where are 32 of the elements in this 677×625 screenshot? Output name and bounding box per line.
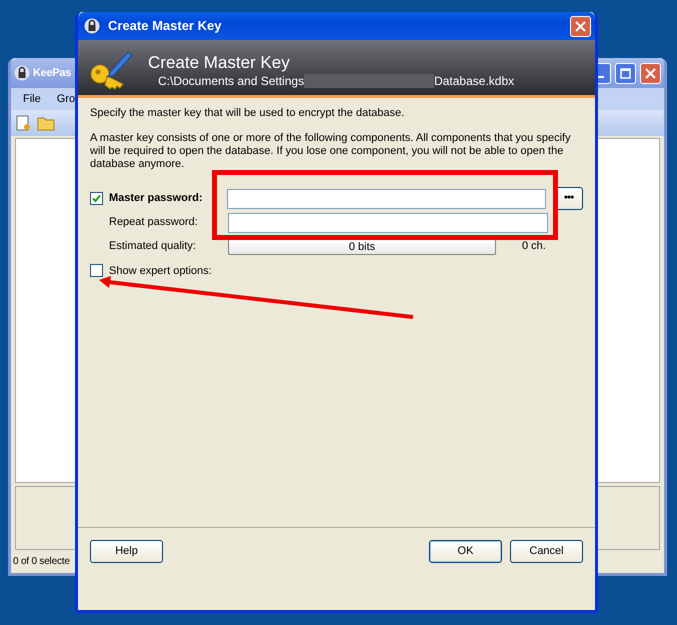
expert-options-checkbox[interactable] bbox=[90, 264, 103, 278]
dialog-button[interactable]: Cancel bbox=[510, 540, 583, 563]
master-password-checkbox[interactable] bbox=[90, 192, 103, 205]
field-label: Repeat password: bbox=[109, 215, 199, 230]
dialog-button[interactable]: Help bbox=[90, 540, 163, 563]
repeat-password-field[interactable] bbox=[228, 212, 548, 232]
password-field[interactable] bbox=[227, 188, 546, 208]
dialog-title: Create Master Key bbox=[108, 17, 222, 36]
window-title: KeePas bbox=[33, 66, 71, 81]
checkbox-label: Show expert options: bbox=[109, 264, 212, 278]
maximize-button[interactable] bbox=[615, 62, 636, 84]
close-icon bbox=[575, 20, 586, 32]
field-label: Master password: bbox=[108, 191, 204, 206]
lock-icon bbox=[14, 65, 30, 81]
lock-icon bbox=[84, 18, 100, 34]
field-label: Estimated quality: bbox=[109, 239, 197, 254]
menu-item[interactable]: Gro bbox=[56, 90, 76, 108]
menu-item[interactable]: File bbox=[23, 90, 41, 108]
folder-icon[interactable] bbox=[37, 115, 55, 131]
close-button[interactable] bbox=[640, 62, 661, 84]
intro-text: Specify the master key that will be used to encrypt the database. bbox=[90, 106, 406, 121]
path-text: Database.kdbx bbox=[434, 73, 514, 90]
maximize-icon bbox=[620, 68, 631, 78]
close-icon bbox=[645, 68, 656, 78]
new-file-icon[interactable] bbox=[15, 115, 31, 131]
close-button[interactable] bbox=[570, 16, 591, 36]
description-text: A master key consists of one or more of the following components. All components that you specify will be required to open the database. If you lose one component, you will not be able to open the database anymore. bbox=[90, 132, 572, 170]
path-text: C:\Documents and Settings bbox=[158, 73, 304, 90]
char-count: 0 ch. bbox=[522, 239, 546, 254]
status-text: 0 of 0 selecte bbox=[13, 555, 70, 569]
dialog-button[interactable]: OK bbox=[429, 540, 502, 563]
banner-title: Create Master Key bbox=[148, 52, 290, 74]
